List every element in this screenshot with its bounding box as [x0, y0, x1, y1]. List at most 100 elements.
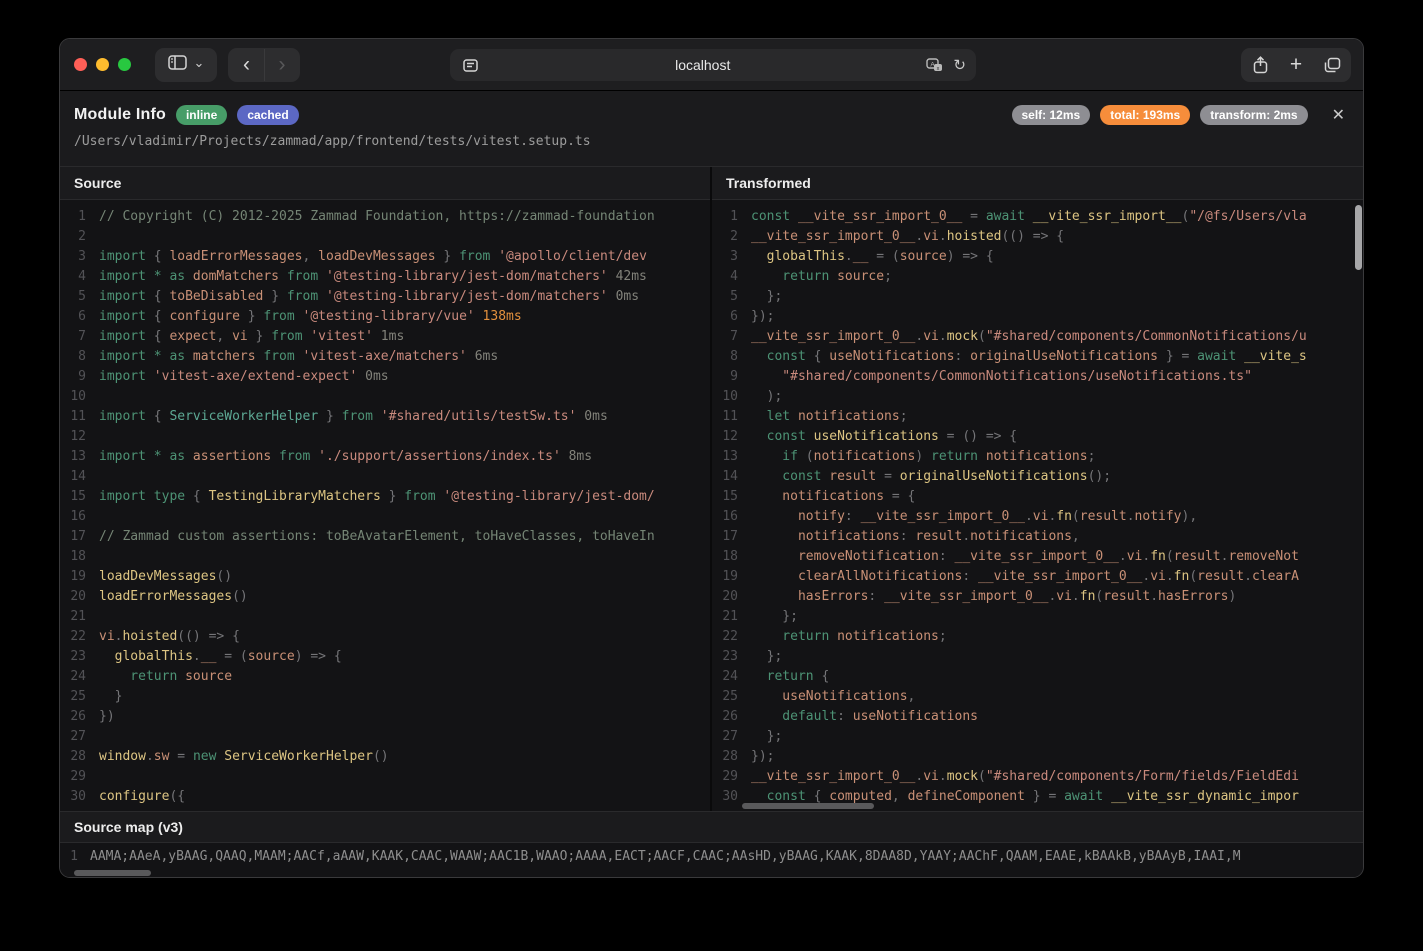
code-text: };	[742, 727, 782, 747]
line-number: 3	[60, 247, 90, 267]
traffic-light-close[interactable]	[74, 58, 87, 71]
line-number: 22	[60, 627, 90, 647]
sourcemap-scrollbar-thumb[interactable]	[74, 870, 151, 876]
code-line: 20loadErrorMessages()	[60, 587, 710, 607]
share-icon[interactable]	[1242, 56, 1278, 74]
code-text	[90, 427, 99, 447]
code-text: });	[742, 307, 774, 327]
code-text: loadDevMessages()	[90, 567, 232, 587]
line-number: 12	[60, 427, 90, 447]
browser-window: ⌄ ‹ › localhost A x	[59, 38, 1364, 878]
line-number: 13	[712, 447, 742, 467]
sourcemap-editor[interactable]: 1 AAMA;AAeA,yBAAG,QAAQ,MAAM;AACf,aAAW,KA…	[60, 843, 1363, 878]
horizontal-scrollbar-thumb[interactable]	[742, 803, 874, 809]
metric-self: self: 12ms	[1012, 105, 1091, 125]
code-text: const __vite_ssr_import_0__ = await __vi…	[742, 207, 1307, 227]
line-number: 25	[60, 687, 90, 707]
code-text: const { useNotifications: originalUseNot…	[742, 347, 1307, 367]
close-icon[interactable]: ✕	[1328, 105, 1349, 125]
line-number: 4	[60, 267, 90, 287]
code-text: __vite_ssr_import_0__.vi.mock("#shared/c…	[742, 767, 1299, 787]
code-line: 9import 'vitest-axe/extend-expect' 0ms	[60, 367, 710, 387]
code-text	[90, 727, 99, 747]
line-number: 23	[712, 647, 742, 667]
code-line: 25 }	[60, 687, 710, 707]
code-line: 10	[60, 387, 710, 407]
reload-icon[interactable]: ↻	[953, 56, 966, 74]
code-line: 21	[60, 607, 710, 627]
code-text: // Zammad custom assertions: toBeAvatarE…	[90, 527, 655, 547]
code-line: 24 return {	[712, 667, 1363, 687]
code-text: );	[742, 387, 782, 407]
code-line: 18	[60, 547, 710, 567]
code-text: import 'vitest-axe/extend-expect' 0ms	[90, 367, 389, 387]
line-number: 4	[712, 267, 742, 287]
code-text: if (notifications) return notifications;	[742, 447, 1095, 467]
code-line: 26 default: useNotifications	[712, 707, 1363, 727]
line-number: 7	[60, 327, 90, 347]
code-text: __vite_ssr_import_0__.vi.mock("#shared/c…	[742, 327, 1307, 347]
code-line: 10 );	[712, 387, 1363, 407]
code-line: 22 return notifications;	[712, 627, 1363, 647]
code-line: 14	[60, 467, 710, 487]
code-text: notifications = {	[742, 487, 915, 507]
code-text: notify: __vite_ssr_import_0__.vi.fn(resu…	[742, 507, 1197, 527]
line-number: 17	[712, 527, 742, 547]
page-format-icon[interactable]	[460, 59, 480, 72]
line-number: 20	[60, 587, 90, 607]
tab-overview-icon[interactable]	[1314, 57, 1350, 73]
code-text: return notifications;	[742, 627, 947, 647]
code-text: removeNotification: __vite_ssr_import_0_…	[742, 547, 1299, 567]
url-text[interactable]: localhost	[480, 57, 925, 73]
code-line: 29	[60, 767, 710, 787]
line-number: 8	[712, 347, 742, 367]
code-text: import { loadErrorMessages, loadDevMessa…	[90, 247, 647, 267]
vertical-scrollbar-thumb[interactable]	[1355, 205, 1362, 270]
module-file-path: /Users/vladimir/Projects/zammad/app/fron…	[74, 134, 1349, 149]
line-number: 1	[712, 207, 742, 227]
code-line: 26})	[60, 707, 710, 727]
translate-icon[interactable]: A x	[925, 58, 945, 73]
new-tab-button[interactable]: +	[1278, 53, 1314, 77]
line-number: 14	[712, 467, 742, 487]
sourcemap-line: 1 AAMA;AAeA,yBAAG,QAAQ,MAAM;AACf,aAAW,KA…	[60, 847, 1363, 867]
code-line: 6});	[712, 307, 1363, 327]
back-button[interactable]: ‹	[229, 49, 264, 81]
forward-button[interactable]: ›	[264, 49, 299, 81]
code-text: clearAllNotifications: __vite_ssr_import…	[742, 567, 1299, 587]
line-number: 1	[60, 207, 90, 227]
line-number: 9	[712, 367, 742, 387]
transformed-code-editor[interactable]: 1const __vite_ssr_import_0__ = await __v…	[712, 200, 1363, 811]
code-line: 24 return source	[60, 667, 710, 687]
code-text: import * as domMatchers from '@testing-l…	[90, 267, 647, 287]
line-number: 10	[712, 387, 742, 407]
code-text: hasErrors: __vite_ssr_import_0__.vi.fn(r…	[742, 587, 1236, 607]
code-line: 13import * as assertions from './support…	[60, 447, 710, 467]
line-number: 29	[712, 767, 742, 787]
line-number: 20	[712, 587, 742, 607]
line-number: 16	[712, 507, 742, 527]
code-line: 23 globalThis.__ = (source) => {	[60, 647, 710, 667]
code-text: notifications: result.notifications,	[742, 527, 1080, 547]
module-info-header: Module Info inline cached self: 12ms tot…	[60, 91, 1363, 166]
line-number: 18	[60, 547, 90, 567]
address-bar[interactable]: localhost A x ↻	[450, 49, 976, 81]
code-line: 9 "#shared/components/CommonNotification…	[712, 367, 1363, 387]
source-panel: Source 1// Copyright (C) 2012-2025 Zamma…	[60, 167, 710, 811]
line-number: 16	[60, 507, 90, 527]
code-line: 29__vite_ssr_import_0__.vi.mock("#shared…	[712, 767, 1363, 787]
code-line: 23 };	[712, 647, 1363, 667]
code-text: "#shared/components/CommonNotifications/…	[742, 367, 1252, 387]
code-text: import * as assertions from './support/a…	[90, 447, 592, 467]
line-number: 24	[712, 667, 742, 687]
svg-text:x: x	[937, 65, 940, 71]
sidebar-toggle-button[interactable]: ⌄	[155, 48, 217, 82]
code-line: 5 };	[712, 287, 1363, 307]
line-number: 10	[60, 387, 90, 407]
traffic-light-minimize[interactable]	[96, 58, 109, 71]
code-text: let notifications;	[742, 407, 908, 427]
source-code-editor[interactable]: 1// Copyright (C) 2012-2025 Zammad Found…	[60, 200, 710, 811]
traffic-light-zoom[interactable]	[118, 58, 131, 71]
code-line: 11import { ServiceWorkerHelper } from '#…	[60, 407, 710, 427]
code-line: 17 notifications: result.notifications,	[712, 527, 1363, 547]
